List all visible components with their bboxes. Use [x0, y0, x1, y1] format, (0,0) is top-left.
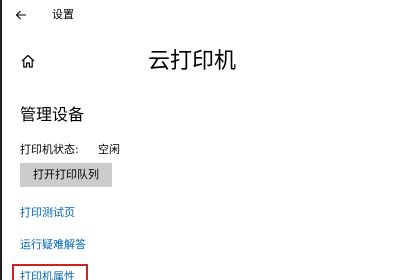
printer-status-label: 打印机状态:: [20, 143, 79, 156]
run-troubleshooter-link[interactable]: 运行疑难解答: [20, 238, 86, 252]
settings-window: 设置 云打印机 管理设备 打印机状态: 空闲 打开打印队列 打印测试页 运行疑难…: [0, 0, 401, 280]
window-title: 设置: [52, 8, 74, 21]
window-left-edge: [0, 0, 2, 280]
open-print-queue-button[interactable]: 打开打印队列: [20, 163, 112, 187]
home-button[interactable]: [17, 52, 39, 74]
page-title: 云打印机: [148, 49, 237, 74]
back-button[interactable]: [11, 5, 31, 25]
print-test-page-link[interactable]: 打印测试页: [20, 206, 75, 220]
printer-properties-link[interactable]: 打印机属性: [20, 270, 75, 280]
section-heading: 管理设备: [20, 105, 85, 124]
printer-status-value: 空闲: [98, 143, 120, 156]
home-icon: [20, 53, 36, 73]
arrow-left-icon: [15, 6, 27, 25]
